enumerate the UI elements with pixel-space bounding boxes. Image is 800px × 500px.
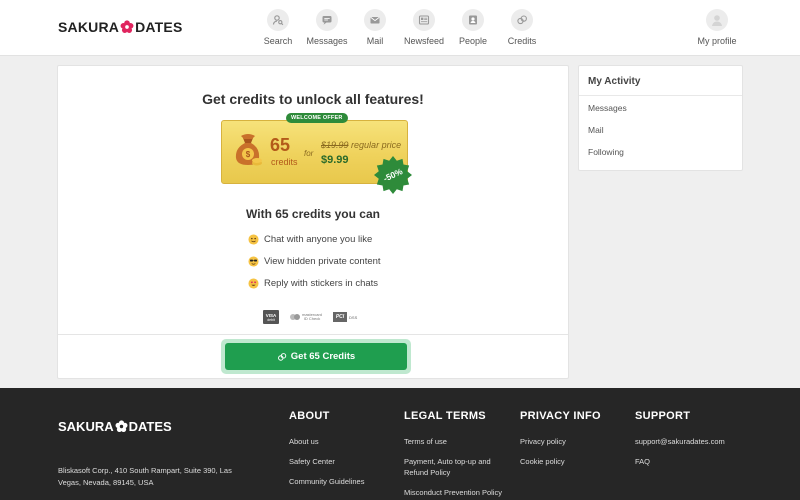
footer-link-privacy-policy[interactable]: Privacy policy [520,436,566,447]
activity-link-messages[interactable]: Messages [588,103,627,113]
cta-focus-ring: Get 65 Credits [221,339,411,374]
welcome-offer-badge: WELCOME OFFER [286,113,348,123]
footer-col-title: ABOUT [289,410,330,422]
money-bag-icon: $ [235,134,262,166]
feature-item: Reply with stickers in chats [248,272,381,294]
features-list: Chat with anyone you like View hidden pr… [248,228,381,294]
chat-bubble-icon [322,16,332,25]
feature-item: Chat with anyone you like [248,228,381,250]
activity-link-following[interactable]: Following [588,147,624,157]
sakura-flower-icon [115,420,128,433]
get-credits-button-label: Get 65 Credits [290,351,356,362]
footer-link-cookie-policy[interactable]: Cookie policy [520,456,565,467]
footer-logo-text-left: SAKURA [58,419,114,434]
avatar-icon [712,15,722,26]
search-people-icon [272,15,284,26]
pci-text: PCI [333,312,348,322]
visa-sub-text: debit [267,317,275,322]
site-header: SAKURA DATES Search Messages Mail Newsfe… [0,0,800,56]
offer-title: Get credits to unlock all features! [202,91,424,107]
footer-link-support-email[interactable]: support@sakuradates.com [635,436,725,447]
footer-col-title: SUPPORT [635,410,691,422]
svg-text:$: $ [246,150,251,159]
credits-amount: 65 [270,135,291,155]
discount-seal: -50% [374,156,412,194]
heart-eyes-emoji-icon [248,277,259,289]
envelope-icon [370,17,380,24]
footer-link-faq[interactable]: FAQ [635,456,650,467]
feature-label: Chat with anyone you like [264,233,373,245]
for-word: for [304,149,314,158]
footer-link-safety-center[interactable]: Safety Center [289,456,335,467]
footer-col-support: SUPPORT support@sakuradates.com FAQ [635,410,725,466]
activity-link-mail[interactable]: Mail [588,125,604,135]
offer-price: $9.99 [321,154,349,166]
coins-icon [517,15,527,25]
my-activity-title: My Activity [588,76,641,87]
footer-logo[interactable]: SAKURA DATES [58,419,172,434]
get-credits-button[interactable]: Get 65 Credits [225,343,407,370]
coins-icon [277,352,286,361]
feature-label: Reply with stickers in chats [264,277,379,289]
footer-col-title: LEGAL TERMS [404,410,486,422]
feature-label: View hidden private content [264,255,381,267]
footer-link-terms-of-use[interactable]: Terms of use [404,436,447,447]
mastercard-logo: mastercard ID Check [290,313,322,321]
footer-col-privacy: PRIVACY INFO Privacy policy Cookie polic… [520,410,601,466]
old-price-suffix: regular price [351,140,402,150]
old-price-value: $19.99 [321,140,349,150]
newsfeed-icon [418,15,430,25]
logo-text-right: DATES [135,19,183,35]
footer-col-title: PRIVACY INFO [520,410,601,422]
logo-text-left: SAKURA [58,19,120,35]
card-divider [58,334,568,335]
footer-col-about: ABOUT About us Safety Center Community G… [289,410,364,486]
person-card-icon [469,15,477,25]
nav-credits[interactable]: Credits [492,9,552,46]
features-heading: With 65 credits you can [246,207,380,221]
feature-item: View hidden private content [248,250,381,272]
pci-dss-logo: PCI DSS [333,312,357,322]
sunglasses-emoji-icon [248,255,259,267]
site-logo[interactable]: SAKURA DATES [58,19,183,35]
credits-word: credits [271,157,298,167]
nav-my-profile-label: My profile [697,36,737,46]
visa-logo: VISA debit [263,310,279,324]
nav-credits-label: Credits [507,36,537,46]
payment-logos: VISA debit mastercard ID Check PCI DSS [263,310,368,324]
my-activity-panel: My Activity Messages Mail Following [578,65,743,171]
footer-logo-text-right: DATES [128,419,172,434]
regular-price: $19.99 regular price [321,140,401,150]
mastercard-sub-text: ID Check [303,316,321,321]
activity-divider [579,95,742,96]
sakura-flower-icon [120,20,134,33]
footer-link-about-us[interactable]: About us [289,436,319,447]
dss-text: DSS [349,314,358,320]
nav-my-profile[interactable]: My profile [687,9,747,46]
credits-offer-card: Get credits to unlock all features! WELC… [57,65,569,379]
wave-emoji-icon [248,233,259,245]
footer-link-community-guidelines[interactable]: Community Guidelines [289,476,364,487]
footer-link-misconduct-policy[interactable]: Misconduct Prevention Policy [404,487,502,498]
footer-link-payment-policy[interactable]: Payment, Auto top-up and Refund Policy [404,456,506,478]
footer-col-legal: LEGAL TERMS Terms of use Payment, Auto t… [404,410,502,497]
company-address: Bliskasoft Corp., 410 South Rampart, Sui… [58,466,232,487]
site-footer: SAKURA DATES Bliskasoft Corp., 410 South… [0,388,800,500]
